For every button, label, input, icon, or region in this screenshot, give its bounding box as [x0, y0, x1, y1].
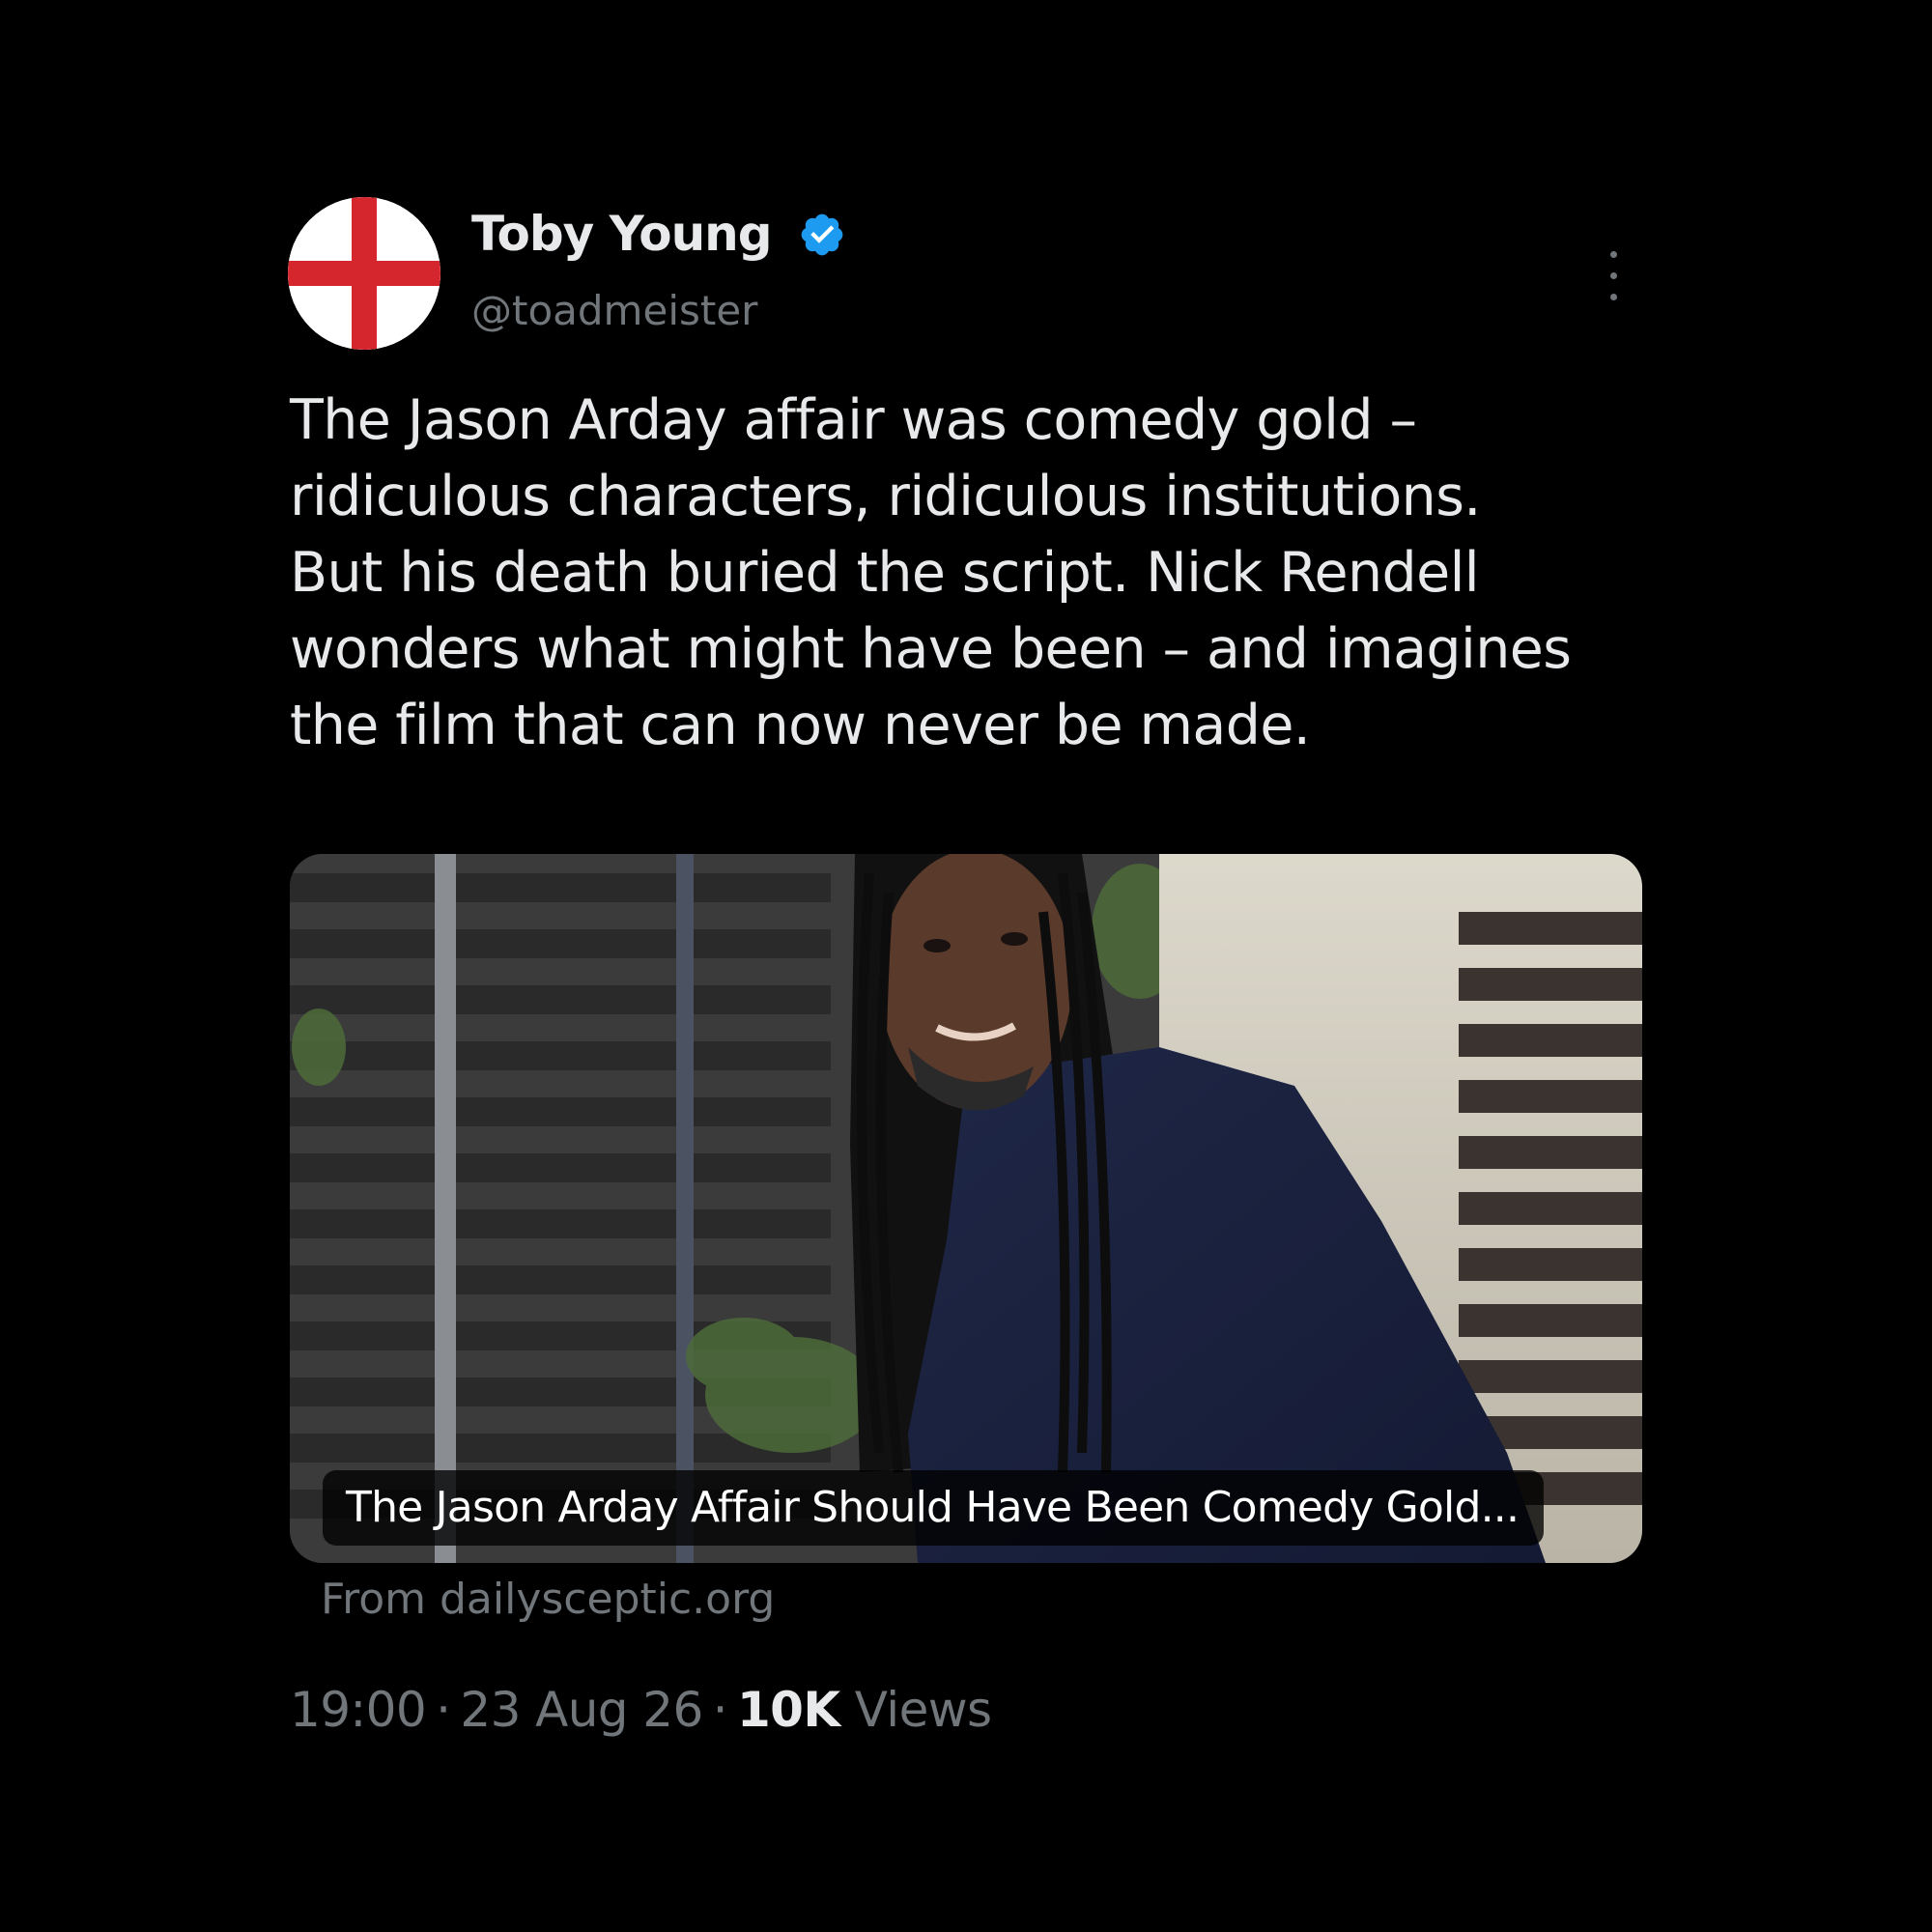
tweet-time[interactable]: 19:00: [290, 1682, 427, 1738]
verified-badge-icon: [801, 213, 843, 256]
views-count[interactable]: 10K: [737, 1682, 840, 1738]
tweet-text-line: ridiculous characters, ridiculous instit…: [290, 465, 1481, 528]
meta-separator: ·: [712, 1682, 728, 1738]
more-options-icon[interactable]: [1596, 247, 1631, 305]
meta-separator: ·: [436, 1682, 451, 1738]
author-display-name[interactable]: Toby Young: [471, 205, 773, 263]
card-title: The Jason Arday Affair Should Have Been …: [323, 1470, 1545, 1546]
card-image: [290, 854, 1642, 1563]
link-preview-card[interactable]: The Jason Arday Affair Should Have Been …: [290, 854, 1642, 1563]
tweet-text-line: the film that can now never be made.: [290, 694, 1311, 757]
tweet-meta: 19:00 · 23 Aug 26 · 10K Views: [290, 1679, 992, 1741]
tweet: Toby Young @toadmeister The Jason Arday …: [0, 0, 1932, 1932]
tweet-text-line: The Jason Arday affair was comedy gold –: [290, 388, 1417, 452]
tweet-date[interactable]: 23 Aug 26: [460, 1682, 703, 1738]
tweet-text-line: But his death buried the script. Nick Re…: [290, 541, 1480, 605]
views-label: Views: [854, 1682, 992, 1738]
card-source[interactable]: From dailysceptic.org: [321, 1573, 775, 1627]
avatar[interactable]: [288, 197, 440, 350]
st-george-cross-flag-icon: [288, 197, 440, 350]
author-handle[interactable]: @toadmeister: [471, 286, 757, 336]
tweet-text-line: wonders what might have been – and imagi…: [290, 617, 1572, 681]
tweet-text: The Jason Arday affair was comedy gold –…: [290, 383, 1662, 764]
